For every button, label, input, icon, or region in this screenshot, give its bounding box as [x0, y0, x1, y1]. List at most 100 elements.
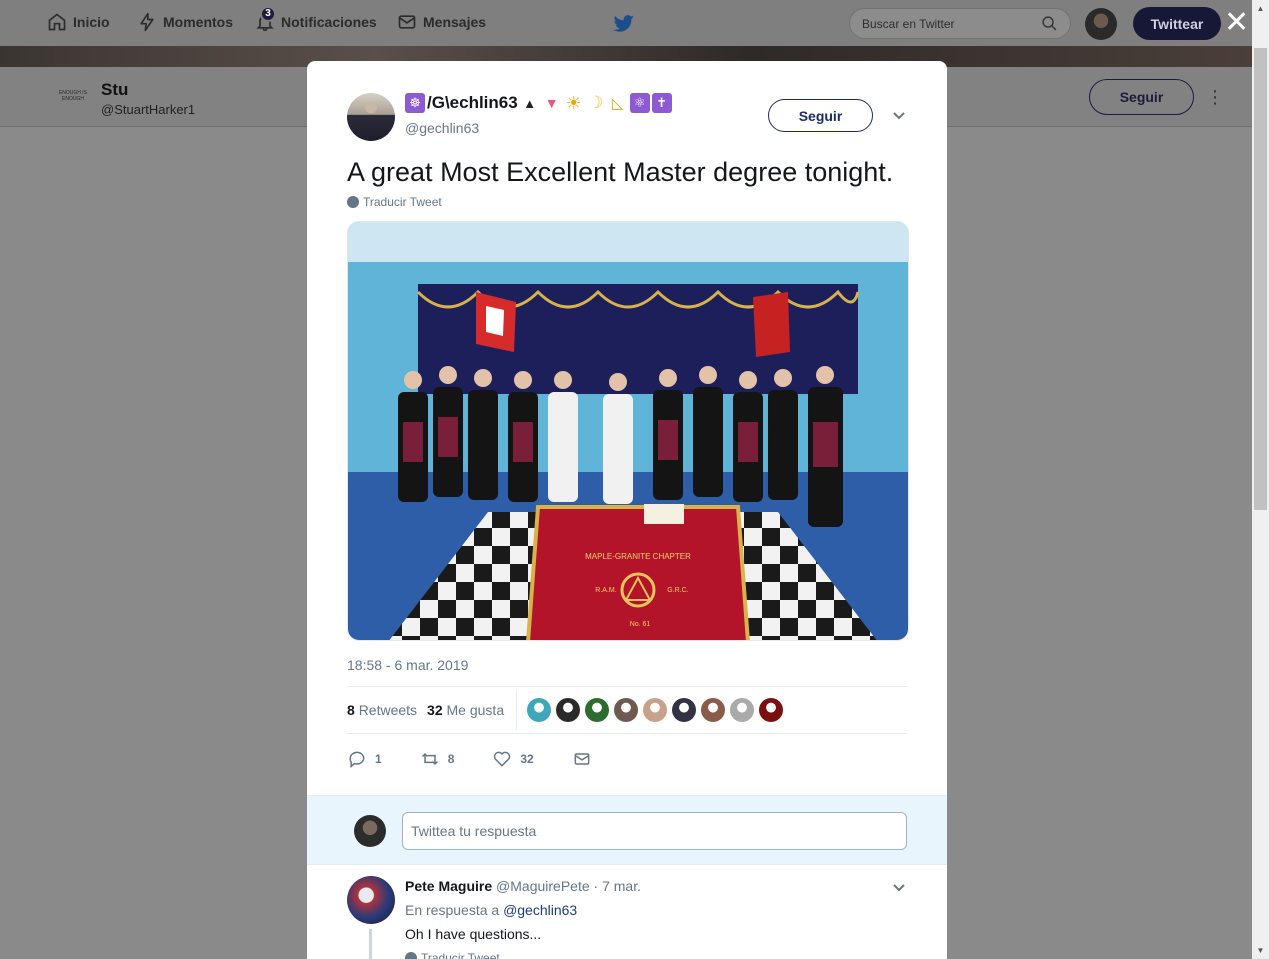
tweet-stats: 8 Retweets 32 Me gusta	[347, 686, 907, 734]
author-name: /G\echlin63	[427, 93, 518, 112]
liker-avatar[interactable]	[672, 698, 697, 722]
likes-count: 32	[427, 702, 443, 718]
in-reply-to: En respuesta a @gechlin63	[405, 902, 577, 918]
direct-message-action[interactable]	[572, 749, 592, 769]
triangle-up-emoji-icon: ▲	[523, 95, 537, 111]
retweets-count: 8	[347, 702, 355, 718]
cross-emoji-icon: ✝	[651, 93, 672, 113]
globe-icon	[347, 196, 359, 208]
banner-number-text: No. 61	[630, 621, 651, 628]
author-avatar[interactable]	[347, 93, 395, 141]
in-reply-to-prefix: En respuesta a	[405, 902, 500, 918]
chevron-down-icon[interactable]	[890, 878, 908, 896]
envelope-icon	[574, 753, 590, 765]
profile-handle[interactable]: @StuartHarker1	[101, 102, 195, 117]
scroll-thumb[interactable]	[1254, 48, 1267, 510]
translate-tweet-link[interactable]: Traducir Tweet	[347, 195, 442, 209]
nav-home[interactable]: Inicio	[47, 12, 110, 32]
nav-home-label: Inicio	[73, 14, 110, 30]
retweets-stat[interactable]: 8 Retweets	[347, 702, 417, 718]
chevron-down-icon[interactable]	[890, 106, 908, 124]
liker-avatar[interactable]	[585, 698, 610, 722]
nav-moments[interactable]: Momentos	[137, 12, 233, 32]
likes-stat[interactable]: 32 Me gusta	[427, 702, 504, 718]
liker-avatar[interactable]	[614, 698, 639, 722]
liker-avatar[interactable]	[759, 698, 784, 722]
thread-line	[369, 929, 372, 959]
twitter-bird-icon[interactable]	[613, 14, 635, 34]
compose-tweet-button[interactable]: Twittear	[1133, 7, 1221, 40]
follow-button[interactable]: Seguir	[768, 99, 873, 132]
profile-logo: ENOUGH IS ENOUGH	[58, 90, 88, 102]
like-count: 32	[520, 752, 534, 766]
more-options-icon[interactable]: ⋮	[1206, 87, 1224, 107]
liker-avatar[interactable]	[701, 698, 726, 722]
reply-input[interactable]: Twittea tu respuesta	[402, 812, 907, 850]
retweet-icon	[421, 752, 438, 766]
search-input[interactable]: Buscar en Twitter	[849, 8, 1071, 39]
moon-emoji-icon: ☽	[588, 93, 604, 112]
globe-icon	[405, 952, 417, 959]
reply-action[interactable]: 1	[347, 749, 382, 769]
reply-count: 1	[375, 752, 382, 766]
nav-messages-label: Mensajes	[423, 14, 487, 30]
reply-author-handle[interactable]: @MaguirePete	[496, 878, 590, 894]
lightning-icon	[140, 12, 154, 32]
page-scrollbar[interactable]: ▲ ▼	[1252, 0, 1269, 959]
reply-header: Pete Maguire @MaguirePete · 7 mar.	[405, 878, 641, 894]
liker-avatar[interactable]	[730, 698, 755, 722]
triangular-ruler-emoji-icon: ◺	[611, 95, 624, 112]
triangle-down-emoji-icon: ▼	[544, 95, 559, 111]
nav-notifications-label: Notificaciones	[281, 14, 377, 30]
top-navigation: Inicio Momentos 3 Notificaciones Mensaje…	[0, 0, 1269, 46]
reply-author-avatar[interactable]	[347, 876, 395, 924]
reply-icon	[349, 751, 365, 769]
reply-translate-label: Traducir Tweet	[421, 951, 500, 959]
atom-emoji-icon: ⚛	[629, 93, 650, 113]
tweet-photo[interactable]: MAPLE-GRANITE CHAPTER R.A.M. G.R.C. No. …	[347, 221, 909, 641]
reply-composer: Twittea tu respuesta	[307, 795, 947, 865]
profile-follow-button[interactable]: Seguir	[1089, 79, 1194, 115]
heart-icon	[494, 751, 511, 767]
sun-emoji-icon: ☀	[565, 92, 582, 113]
liker-avatar[interactable]	[643, 698, 668, 722]
banner-left-text: R.A.M.	[595, 587, 616, 594]
scroll-up-arrow-icon[interactable]: ▲	[1252, 0, 1269, 17]
retweets-label: Retweets	[358, 702, 418, 718]
tweet-text: A great Most Excellent Master degree ton…	[347, 157, 894, 187]
liker-avatars	[527, 698, 784, 722]
home-icon	[48, 13, 66, 31]
in-reply-to-handle[interactable]: @gechlin63	[503, 902, 577, 918]
liker-avatar[interactable]	[527, 698, 552, 722]
close-modal-button[interactable]: ✕	[1224, 8, 1249, 38]
account-avatar[interactable]	[1085, 8, 1117, 40]
envelope-icon	[398, 15, 416, 29]
search-placeholder: Buscar en Twitter	[862, 16, 955, 31]
author-name-row[interactable]: ☸ /G\echlin63 ▲ ▼ ☀ ☽ ◺ ⚛ ✝	[405, 93, 672, 113]
stats-divider	[516, 690, 518, 730]
reply-translate-link[interactable]: Traducir Tweet	[405, 951, 500, 959]
like-action[interactable]: 32	[492, 749, 534, 769]
profile-name[interactable]: Stu	[101, 80, 128, 100]
author-handle[interactable]: @gechlin63	[405, 120, 479, 136]
search-icon[interactable]	[1041, 15, 1058, 32]
retweet-action[interactable]: 8	[420, 749, 454, 769]
banner-right-text: G.R.C.	[667, 587, 688, 594]
scroll-down-arrow-icon[interactable]: ▼	[1252, 942, 1269, 959]
liker-avatar[interactable]	[556, 698, 581, 722]
nav-moments-label: Momentos	[163, 14, 233, 30]
tweet-actions: 1 8 32	[347, 747, 907, 771]
reply-date[interactable]: · 7 mar.	[594, 878, 641, 894]
reply-tweet[interactable]: Pete Maguire @MaguirePete · 7 mar. En re…	[307, 866, 947, 959]
nav-notifications[interactable]: 3 Notificaciones	[255, 6, 377, 32]
likes-label: Me gusta	[446, 702, 505, 718]
current-user-avatar	[354, 815, 386, 847]
translate-label: Traducir Tweet	[363, 195, 442, 209]
tweet-timestamp[interactable]: 18:58 - 6 mar. 2019	[347, 657, 468, 673]
lodge-photo: MAPLE-GRANITE CHAPTER R.A.M. G.R.C. No. …	[348, 222, 908, 640]
reply-author-name[interactable]: Pete Maguire	[405, 878, 492, 894]
tweet-modal: ☸ /G\echlin63 ▲ ▼ ☀ ☽ ◺ ⚛ ✝ @gechlin63 S…	[307, 61, 947, 959]
nav-messages[interactable]: Mensajes	[397, 12, 486, 32]
banner-title: MAPLE-GRANITE CHAPTER	[585, 552, 691, 561]
notification-count-badge: 3	[260, 6, 276, 22]
